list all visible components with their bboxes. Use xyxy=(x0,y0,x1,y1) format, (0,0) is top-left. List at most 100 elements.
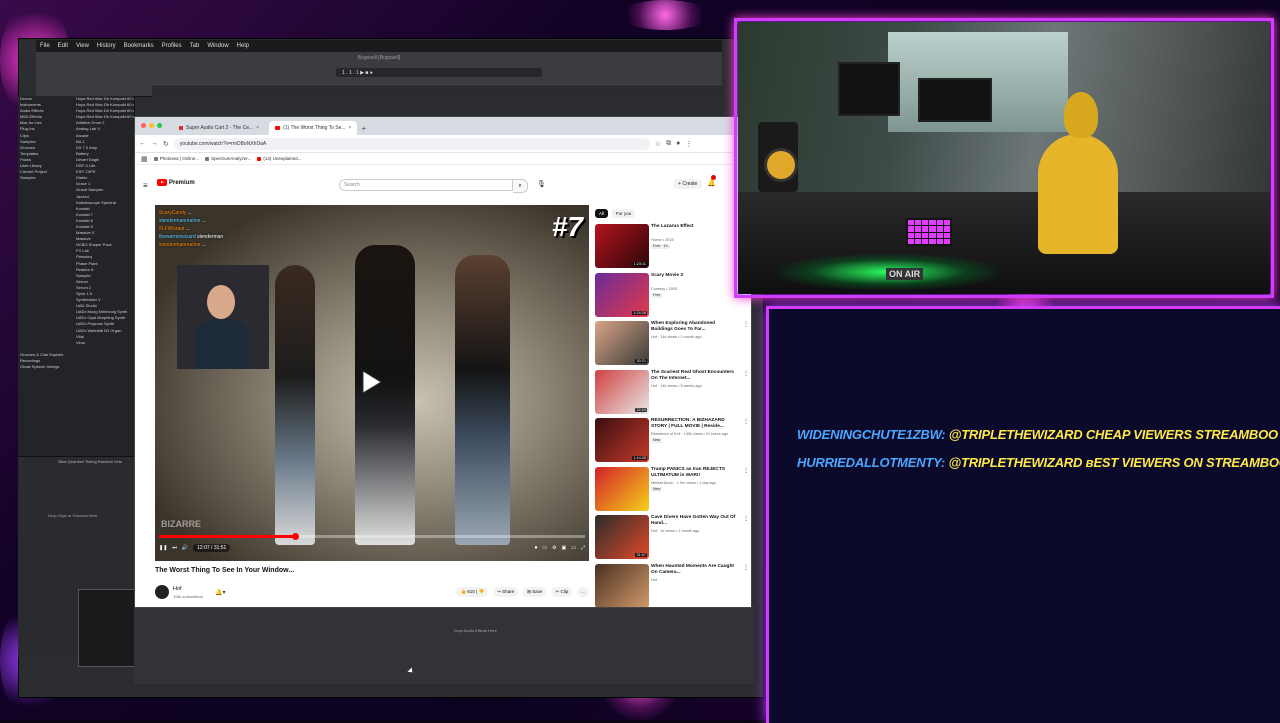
video-player[interactable]: ScaryCandy ... slendermanrealme ... #LFW… xyxy=(155,205,589,561)
video-thumbnail[interactable] xyxy=(595,466,649,511)
close-window-button[interactable] xyxy=(141,123,146,128)
maximize-window-button[interactable] xyxy=(157,123,162,128)
clip-detail-tabs[interactable]: Slice Quantize Timing Random Velo xyxy=(58,459,122,464)
bookmark-star-icon[interactable]: ☆ xyxy=(655,140,661,148)
miniplayer-icon[interactable]: ▣ xyxy=(562,545,567,551)
browser-tab-bar: Super Audio Cart 2 - The Ce... × (1) The… xyxy=(135,117,751,135)
channel-avatar[interactable] xyxy=(155,585,169,599)
launchpad-pad xyxy=(929,232,936,238)
video-thumbnail[interactable]: 31:07 xyxy=(595,515,649,559)
reload-icon[interactable]: ↻ xyxy=(163,140,169,148)
daw-transport[interactable]: 1 . 1 . 1 ▶ ■ ● xyxy=(336,68,542,77)
video-thumbnail[interactable]: 22:24 xyxy=(595,369,649,414)
menu-bookmarks[interactable]: Bookmarks xyxy=(124,43,154,49)
create-button[interactable]: + Create xyxy=(673,179,703,189)
clip-preview[interactable] xyxy=(78,589,142,667)
autoplay-toggle-icon[interactable]: ⏺ xyxy=(535,545,538,551)
recommended-title[interactable]: The Scariest Real Ghost Encounters On Th… xyxy=(651,370,737,382)
menu-tab[interactable]: Tab xyxy=(190,43,200,49)
browser-tab-active[interactable]: (1) The Worst Thing To Se... × xyxy=(269,121,358,135)
url-input[interactable]: youtube.com/watch?v=rmDBoNXhDaA xyxy=(173,137,650,150)
recommended-video[interactable]: 1:23:11 The Lazarus Effect Horror • 2015 Fr… xyxy=(595,224,751,273)
recommended-video[interactable]: 30:21 When Exploring Abandoned Buildings … xyxy=(595,321,751,370)
forward-arrow-icon[interactable]: → xyxy=(151,140,158,147)
profile-icon[interactable]: ● xyxy=(676,140,680,147)
drop-audio-effects-zone[interactable]: Drop Audio Effects Here xyxy=(454,628,497,633)
youtube-logo[interactable]: Premium xyxy=(157,179,195,186)
volume-icon[interactable]: 🔊 xyxy=(182,545,188,551)
bookmark-item[interactable]: Photosea | Online... xyxy=(153,156,199,161)
video-thumbnail[interactable]: 30:21 xyxy=(595,321,649,365)
daw-arrangement-ruler[interactable] xyxy=(152,84,722,97)
video-thumbnail[interactable]: 1:23:11 xyxy=(595,224,649,268)
menu-window[interactable]: Window xyxy=(207,43,228,49)
menu-file[interactable]: File xyxy=(40,43,50,49)
daw-browser-category[interactable]: Ghost Speech Swings xyxy=(20,364,66,370)
recommended-title[interactable]: Scary Movie 3 xyxy=(651,273,737,279)
more-options-icon[interactable]: ⋮ xyxy=(743,370,749,377)
recommended-video[interactable]: Trump PANICS as Iran REJECTS ULTIMATUM i… xyxy=(595,466,751,516)
video-thumbnail[interactable] xyxy=(595,563,649,607)
play-icon[interactable] xyxy=(355,367,385,397)
daw-browser-plugin[interactable]: Virus xyxy=(76,340,134,346)
player-controls: ❚❚ ⏭ 🔊 12:07 / 31:51 ⏺ ▭ ⚙ ▣ ▭ ⤢ xyxy=(159,541,585,555)
daw-browser-items: Hops Red Wav Dlr Kompakt 60 wavesHops Re… xyxy=(76,96,134,346)
recommended-video[interactable]: When Haunted Moments Are Caught On Camer… xyxy=(595,563,751,607)
more-options-icon[interactable]: ⋮ xyxy=(743,418,749,425)
channel-name[interactable]: Hof xyxy=(173,586,182,592)
theater-mode-icon[interactable]: ▭ xyxy=(571,545,576,551)
more-options-icon[interactable]: ⋮ xyxy=(743,467,749,474)
settings-gear-icon[interactable]: ⚙ xyxy=(552,545,556,551)
tab-close-icon[interactable]: × xyxy=(349,125,352,131)
more-options-icon[interactable]: ⋮ xyxy=(743,321,749,328)
minimize-window-button[interactable] xyxy=(149,123,154,128)
bookmark-item[interactable]: (14) Unexplained... xyxy=(257,156,301,161)
chip-all[interactable]: All xyxy=(595,209,609,218)
subtitles-icon[interactable]: ▭ xyxy=(542,545,547,551)
recommended-video[interactable]: 31:07 Cave Divers Have Gotten Way Out Of … xyxy=(595,515,751,564)
fullscreen-icon[interactable]: ⤢ xyxy=(581,545,585,551)
browser-tab[interactable]: Super Audio Cart 2 - The Ce... × xyxy=(173,121,265,135)
recommended-title[interactable]: Cave Divers Have Gotten Way Out Of Hand.… xyxy=(651,515,737,527)
recommended-title[interactable]: When Haunted Moments Are Caught On Camer… xyxy=(651,564,737,576)
microphone-icon[interactable]: 🎙 xyxy=(537,180,546,188)
menu-history[interactable]: History xyxy=(97,43,116,49)
recommended-title[interactable]: Trump PANICS as Iran REJECTS ULTIMATUM i… xyxy=(651,467,737,479)
extensions-icon[interactable]: ⧉ xyxy=(666,140,671,148)
more-actions-button[interactable]: ... xyxy=(577,587,589,597)
menu-profiles[interactable]: Profiles xyxy=(162,43,182,49)
chip-for-you[interactable]: For you xyxy=(612,209,636,218)
recommended-title[interactable]: The Lazarus Effect xyxy=(651,224,737,230)
back-arrow-icon[interactable]: ← xyxy=(139,140,146,147)
notifications-bell-icon[interactable]: 🔔 xyxy=(707,179,716,187)
recommended-video[interactable]: 1:24:28Scary Movie 3Comedy • 2003Free⋮ xyxy=(595,272,751,322)
bookmark-item[interactable]: SpectrumAnalyzer... xyxy=(205,156,251,161)
recommended-title[interactable]: When Exploring Abandoned Buildings Goes … xyxy=(651,321,737,333)
menu-view[interactable]: View xyxy=(76,43,89,49)
pause-icon[interactable]: ❚❚ xyxy=(159,545,167,551)
video-progress-bar[interactable] xyxy=(159,533,585,540)
more-options-icon[interactable]: ⋮ xyxy=(743,564,749,571)
subscribe-bell-icon[interactable]: 🔔▾ xyxy=(215,589,225,596)
drop-clips-zone[interactable]: Drop Clips or Grooves Here xyxy=(48,513,97,518)
tab-close-icon[interactable]: × xyxy=(256,125,259,131)
apps-grid-icon[interactable]: ▦ xyxy=(141,155,148,163)
more-options-icon[interactable]: ⋮ xyxy=(743,515,749,522)
next-icon[interactable]: ⏭ xyxy=(172,545,177,551)
recommended-title[interactable]: RESURRECTION: A BIZHAZARD STORY | FULL M… xyxy=(651,418,737,430)
video-thumbnail[interactable]: 1:24:28 xyxy=(595,272,649,317)
like-button[interactable]: 👍 610 | 👎 xyxy=(456,587,489,597)
save-button[interactable]: ⊞ Save xyxy=(523,587,547,597)
new-tab-button[interactable]: + xyxy=(361,124,366,135)
share-button[interactable]: ↪ Share xyxy=(493,587,519,597)
recommended-video[interactable]: 1:14:28 RESURRECTION: A BIZHAZARD STORY |… xyxy=(595,418,751,467)
hamburger-menu-icon[interactable]: ≡ xyxy=(143,181,148,190)
search-icon[interactable]: ⌕ xyxy=(513,179,528,193)
menu-help[interactable]: Help xyxy=(237,43,249,49)
kebab-menu-icon[interactable]: ⋮ xyxy=(685,140,692,148)
youtube-search-input[interactable]: Search xyxy=(339,179,513,191)
video-thumbnail[interactable]: 1:14:28 xyxy=(595,418,649,462)
clip-button[interactable]: ✂ Clip xyxy=(551,587,573,597)
menu-edit[interactable]: Edit xyxy=(58,43,68,49)
recommended-video[interactable]: 22:24 The Scariest Real Ghost Encounters … xyxy=(595,369,751,419)
